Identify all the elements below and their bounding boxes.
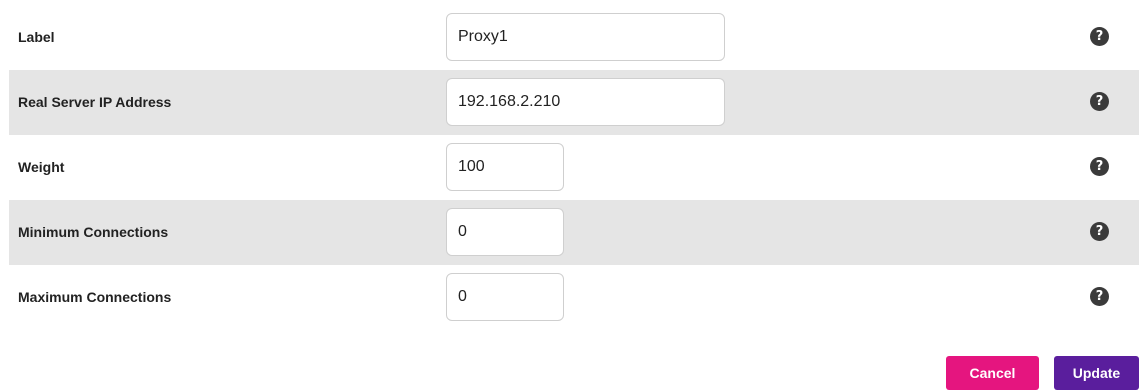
row-weight: Weight ?: [9, 135, 1139, 200]
row-maximum-connections: Maximum Connections ?: [9, 265, 1139, 330]
row-real-server-ip: Real Server IP Address ?: [9, 70, 1139, 135]
real-server-ip-input[interactable]: [446, 78, 725, 126]
label-field-label: Label: [18, 29, 55, 45]
question-circle-icon[interactable]: ?: [1090, 27, 1109, 46]
question-circle-icon[interactable]: ?: [1090, 92, 1109, 111]
row-label: Label ?: [9, 5, 1139, 70]
real-server-form: Label ? Real Server IP Address ? Weight …: [9, 5, 1139, 330]
question-circle-icon[interactable]: ?: [1090, 287, 1109, 306]
maximum-connections-label: Maximum Connections: [18, 289, 172, 305]
maximum-connections-input[interactable]: [446, 273, 564, 321]
question-circle-icon[interactable]: ?: [1090, 222, 1109, 241]
weight-label: Weight: [18, 159, 65, 175]
update-button[interactable]: Update: [1054, 356, 1139, 390]
minimum-connections-input[interactable]: [446, 208, 564, 256]
weight-input[interactable]: [446, 143, 564, 191]
minimum-connections-label: Minimum Connections: [18, 224, 169, 240]
question-circle-icon[interactable]: ?: [1090, 157, 1109, 176]
cancel-button[interactable]: Cancel: [946, 356, 1039, 390]
label-input[interactable]: [446, 13, 725, 61]
real-server-ip-label: Real Server IP Address: [18, 94, 172, 110]
row-minimum-connections: Minimum Connections ?: [9, 200, 1139, 265]
